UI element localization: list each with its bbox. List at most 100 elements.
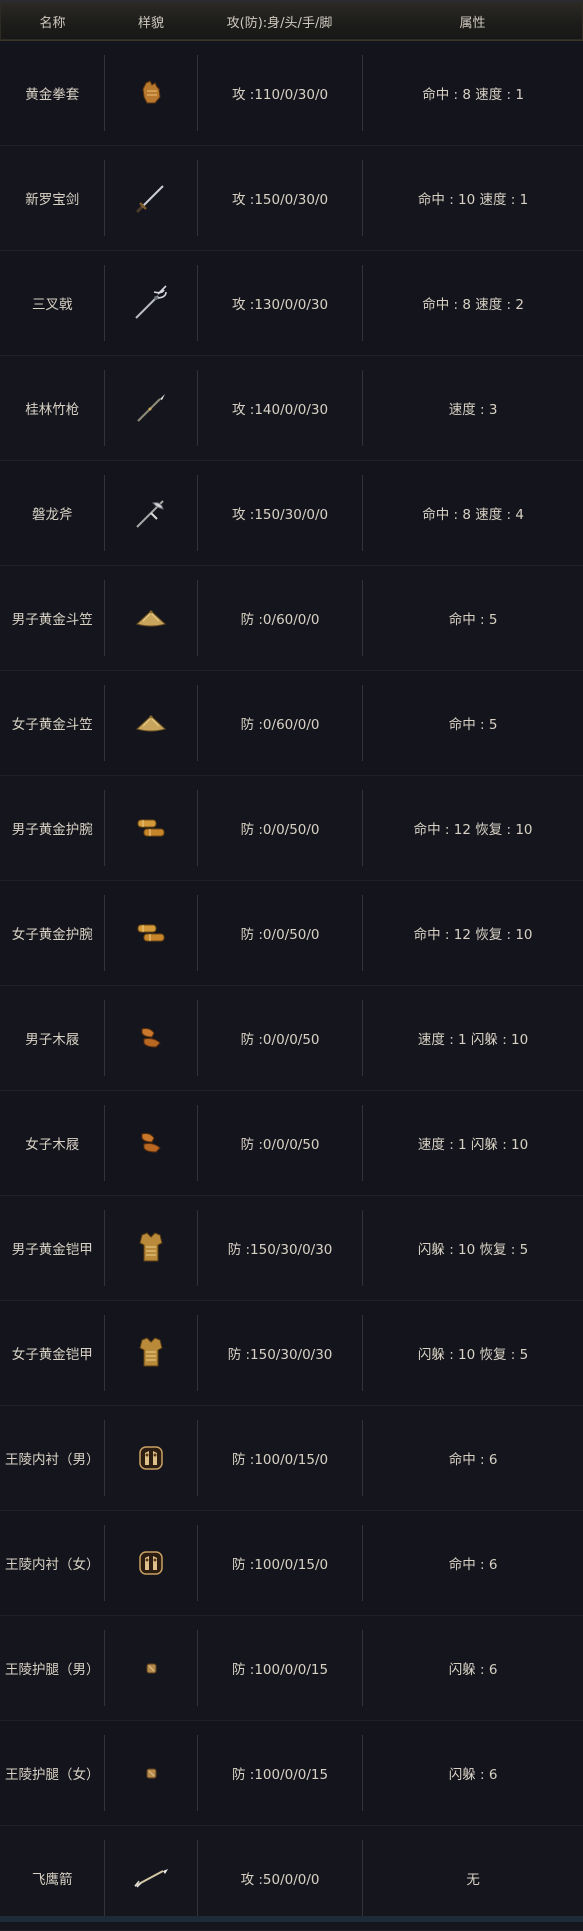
table-row: 女子黄金斗笠 防 :0/60/0/0 命中 : 5 xyxy=(0,671,583,776)
item-attributes: 命中 : 8 速度 : 4 xyxy=(422,507,524,523)
table-row: 男子黄金护腕 防 :0/0/50/0 命中 : 12 恢复 : 10 xyxy=(0,776,583,881)
item-attributes: 速度 : 3 xyxy=(448,402,498,418)
table-row: 王陵护腿（女） 防 :100/0/0/15 闪躲 : 6 xyxy=(0,1721,583,1826)
item-image xyxy=(105,1105,198,1181)
item-name: 男子黄金铠甲 xyxy=(0,1210,106,1286)
item-attributes: 命中 : 8 速度 : 1 xyxy=(422,87,524,103)
table-row: 三叉戟 攻 :130/0/0/30 命中 : 8 速度 : 2 xyxy=(0,251,583,356)
item-attributes: 命中 : 6 xyxy=(448,1452,498,1468)
item-stats: 攻 :110/0/30/0 xyxy=(198,55,364,131)
leg-guard-icon xyxy=(131,1648,171,1688)
leg-guard-icon xyxy=(131,1753,171,1793)
table-row: 磐龙斧 攻 :150/30/0/0 命中 : 8 速度 : 4 xyxy=(0,461,583,566)
header-name: 名称 xyxy=(39,15,66,31)
item-name: 三叉戟 xyxy=(0,265,106,341)
armor-icon xyxy=(131,1333,171,1373)
table-row: 女子黄金护腕 防 :0/0/50/0 命中 : 12 恢复 : 10 xyxy=(0,881,583,986)
item-image xyxy=(105,1525,198,1601)
item-attributes: 命中 : 6 xyxy=(448,1557,498,1573)
item-name: 王陵内衬（女） xyxy=(0,1525,106,1601)
item-image xyxy=(105,370,198,446)
clog-icon xyxy=(131,1123,171,1163)
item-name: 桂林竹枪 xyxy=(0,370,106,446)
item-image xyxy=(105,1840,198,1916)
header-image: 样貌 xyxy=(137,15,164,31)
item-image xyxy=(105,580,198,656)
table-row: 新罗宝剑 攻 :150/0/30/0 命中 : 10 速度 : 1 xyxy=(0,146,583,251)
item-image xyxy=(105,1735,198,1811)
item-attributes: 无 xyxy=(466,1872,480,1888)
inner-shirt-icon xyxy=(131,1543,171,1583)
item-image xyxy=(105,475,198,551)
bottom-scroll-bar xyxy=(0,1916,583,1922)
item-image xyxy=(105,685,198,761)
sword-icon xyxy=(131,178,171,218)
equipment-table: 名称 样貌 攻(防):身/头/手/脚 属性 黄金拳套 攻 :110/0/30/0 命… xyxy=(0,0,583,1931)
item-name: 女子黄金斗笠 xyxy=(0,685,106,761)
item-name: 女子黄金护腕 xyxy=(0,895,106,971)
item-attributes: 闪躲 : 6 xyxy=(448,1662,498,1678)
item-name: 飞鹰箭 xyxy=(0,1840,106,1916)
item-name: 男子黄金护腕 xyxy=(0,790,106,866)
item-stats: 防 :0/0/0/50 xyxy=(198,1105,364,1181)
item-name: 王陵护腿（女） xyxy=(0,1735,106,1811)
item-stats: 防 :0/0/0/50 xyxy=(198,1000,364,1076)
item-name: 女子木屐 xyxy=(0,1105,106,1181)
item-stats: 防 :100/0/15/0 xyxy=(198,1525,364,1601)
item-stats: 攻 :50/0/0/0 xyxy=(198,1840,364,1916)
item-attributes: 命中 : 12 恢复 : 10 xyxy=(413,822,533,838)
item-attributes: 命中 : 10 速度 : 1 xyxy=(417,192,529,208)
item-stats: 攻 :130/0/0/30 xyxy=(198,265,364,341)
item-image xyxy=(105,55,198,131)
item-name: 磐龙斧 xyxy=(0,475,106,551)
item-name: 女子黄金铠甲 xyxy=(0,1315,106,1391)
bracer-icon xyxy=(131,913,171,953)
item-image xyxy=(105,1315,198,1391)
item-attributes: 命中 : 8 速度 : 2 xyxy=(422,297,524,313)
item-stats: 防 :0/60/0/0 xyxy=(198,580,364,656)
item-name: 王陵内衬（男） xyxy=(0,1420,106,1496)
item-stats: 防 :100/0/15/0 xyxy=(198,1420,364,1496)
halberd-icon xyxy=(131,493,171,533)
item-image xyxy=(105,265,198,341)
item-stats: 防 :150/30/0/30 xyxy=(198,1315,364,1391)
item-attributes: 速度 : 1 闪躲 : 10 xyxy=(417,1137,529,1153)
item-image xyxy=(105,895,198,971)
table-row: 女子黄金铠甲 防 :150/30/0/30 闪躲 : 10 恢复 : 5 xyxy=(0,1301,583,1406)
table-row: 黄金拳套 攻 :110/0/30/0 命中 : 8 速度 : 1 xyxy=(0,41,583,146)
item-stats: 防 :0/0/50/0 xyxy=(198,790,364,866)
table-row: 男子黄金铠甲 防 :150/30/0/30 闪躲 : 10 恢复 : 5 xyxy=(0,1196,583,1301)
item-attributes: 闪躲 : 10 恢复 : 5 xyxy=(417,1242,529,1258)
item-image xyxy=(105,1630,198,1706)
table-row: 男子木屐 防 :0/0/0/50 速度 : 1 闪躲 : 10 xyxy=(0,986,583,1091)
straw-hat-icon xyxy=(131,703,171,743)
item-attributes: 命中 : 12 恢复 : 10 xyxy=(413,927,533,943)
item-name: 王陵护腿（男） xyxy=(0,1630,106,1706)
bracer-icon xyxy=(131,808,171,848)
item-stats: 攻 :140/0/0/30 xyxy=(198,370,364,446)
item-attributes: 命中 : 5 xyxy=(448,717,498,733)
table-row: 王陵护腿（男） 防 :100/0/0/15 闪躲 : 6 xyxy=(0,1616,583,1721)
table-row: 男子黄金斗笠 防 :0/60/0/0 命中 : 5 xyxy=(0,566,583,671)
table-header: 名称 样貌 攻(防):身/头/手/脚 属性 xyxy=(0,2,583,41)
table-row: 王陵内衬（男） 防 :100/0/15/0 命中 : 6 xyxy=(0,1406,583,1511)
arrow-icon xyxy=(131,1858,171,1898)
item-name: 男子木屐 xyxy=(0,1000,106,1076)
item-attributes: 速度 : 1 闪躲 : 10 xyxy=(417,1032,529,1048)
item-stats: 防 :0/60/0/0 xyxy=(198,685,364,761)
item-stats: 防 :100/0/0/15 xyxy=(198,1735,364,1811)
header-stats: 攻(防):身/头/手/脚 xyxy=(226,15,333,31)
table-row: 女子木屐 防 :0/0/0/50 速度 : 1 闪躲 : 10 xyxy=(0,1091,583,1196)
item-attributes: 闪躲 : 10 恢复 : 5 xyxy=(417,1347,529,1363)
table-body: 黄金拳套攻 :110/0/30/0 命中 : 8 速度 : 1 新罗宝剑攻 :150… xyxy=(0,41,583,1931)
item-stats: 攻 :150/0/30/0 xyxy=(198,160,364,236)
item-image xyxy=(105,790,198,866)
table-row: 王陵内衬（女） 防 :100/0/15/0 命中 : 6 xyxy=(0,1511,583,1616)
item-image xyxy=(105,1210,198,1286)
inner-shirt-icon xyxy=(131,1438,171,1478)
armor-icon xyxy=(131,1228,171,1268)
item-image xyxy=(105,1000,198,1076)
clog-icon xyxy=(131,1018,171,1058)
straw-hat-icon xyxy=(131,598,171,638)
item-name: 新罗宝剑 xyxy=(0,160,106,236)
